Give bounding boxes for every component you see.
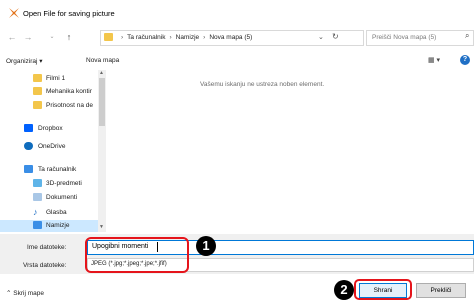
help-icon[interactable]: ? bbox=[460, 55, 470, 65]
recent-dropdown-icon[interactable]: ⌄ bbox=[46, 31, 58, 43]
nav-item-label: Glasba bbox=[46, 209, 67, 216]
step-badge-2: 2 bbox=[334, 280, 354, 300]
nav-item-mehanika[interactable]: Mehanika kontir bbox=[0, 86, 100, 98]
organize-button[interactable]: Organiziraj ▾ bbox=[6, 57, 43, 65]
filetype-label: Vrsta datoteke: bbox=[23, 262, 67, 269]
music-icon: ♪ bbox=[33, 207, 38, 217]
title-bar: Open File for saving picture bbox=[0, 0, 474, 25]
search-placeholder: Preišči Nova mapa (5) bbox=[372, 34, 437, 41]
nav-item-label: Filmi 1 bbox=[46, 75, 66, 82]
filename-highlight-box bbox=[85, 237, 189, 273]
nav-item-label: Dokumenti bbox=[46, 194, 78, 201]
nav-item-this-pc[interactable]: Ta računalnik bbox=[0, 164, 100, 176]
breadcrumb-item[interactable]: Ta računalnik bbox=[127, 34, 165, 41]
nav-item-3d-objects[interactable]: 3D-predmeti bbox=[0, 178, 100, 190]
nav-item-label: OneDrive bbox=[38, 143, 66, 150]
computer-icon bbox=[24, 165, 33, 173]
nav-item-dropbox[interactable]: Dropbox bbox=[0, 123, 100, 135]
up-arrow-icon[interactable]: ↑ bbox=[63, 31, 75, 43]
window-title: Open File for saving picture bbox=[23, 9, 115, 18]
nav-item-label: Mehanika kontir bbox=[46, 88, 92, 95]
new-folder-button[interactable]: Nova mapa bbox=[86, 57, 119, 64]
nav-item-label: Namizje bbox=[46, 222, 70, 229]
nav-item-onedrive[interactable]: OneDrive bbox=[0, 141, 100, 153]
nav-item-documents[interactable]: Dokumenti bbox=[0, 192, 100, 204]
folder-icon bbox=[33, 74, 42, 82]
search-icon[interactable]: ⌕ bbox=[465, 31, 469, 41]
view-options-icon[interactable]: ▦ ▾ bbox=[428, 56, 440, 64]
desktop-icon bbox=[33, 221, 42, 229]
step-badge-1: 1 bbox=[196, 236, 216, 256]
breadcrumb-item[interactable]: Namizje bbox=[176, 34, 199, 41]
nav-item-label: Dropbox bbox=[38, 125, 63, 132]
cancel-button[interactable]: Prekliči bbox=[416, 283, 466, 298]
onedrive-icon bbox=[24, 142, 33, 150]
folder-icon bbox=[104, 33, 113, 41]
filename-label: Ime datoteke: bbox=[27, 244, 67, 251]
nav-item-desktop[interactable]: Namizje bbox=[0, 220, 100, 232]
hide-folders-toggle[interactable]: ⌃ Skrij mape bbox=[6, 289, 44, 297]
nav-scrollbar-thumb[interactable] bbox=[99, 78, 105, 126]
dropbox-icon bbox=[24, 124, 33, 132]
save-button[interactable]: Shrani bbox=[359, 283, 407, 298]
forward-arrow-icon[interactable]: → bbox=[22, 31, 34, 43]
chevron-down-icon[interactable]: ⌄ bbox=[318, 33, 324, 41]
folder-icon bbox=[33, 101, 42, 109]
breadcrumb-item[interactable]: Nova mapa (5) bbox=[209, 34, 252, 41]
nav-item-prisotnost[interactable]: Prisotnost na de bbox=[0, 100, 100, 112]
nav-item-filmi[interactable]: Filmi 1 bbox=[0, 73, 100, 85]
breadcrumb[interactable]: › Ta računalnik › Namizje › Nova mapa (5) bbox=[117, 34, 252, 41]
folder-icon bbox=[33, 87, 42, 95]
3d-objects-icon bbox=[33, 179, 42, 187]
scroll-down-icon[interactable]: ▼ bbox=[99, 224, 104, 230]
nav-item-label: Prisotnost na de bbox=[46, 102, 93, 109]
nav-item-music[interactable]: ♪ Glasba bbox=[0, 207, 100, 219]
back-arrow-icon[interactable]: ← bbox=[6, 31, 18, 43]
scroll-up-icon[interactable]: ▲ bbox=[99, 70, 104, 76]
app-icon bbox=[9, 8, 19, 18]
hide-folders-label: Skrij mape bbox=[13, 290, 44, 297]
refresh-icon[interactable]: ↻ bbox=[332, 32, 339, 41]
nav-item-label: Ta računalnik bbox=[38, 166, 77, 173]
nav-item-label: 3D-predmeti bbox=[46, 180, 82, 187]
empty-folder-message: Vašemu iskanju ne ustreza noben element. bbox=[200, 81, 325, 88]
documents-icon bbox=[33, 193, 42, 201]
